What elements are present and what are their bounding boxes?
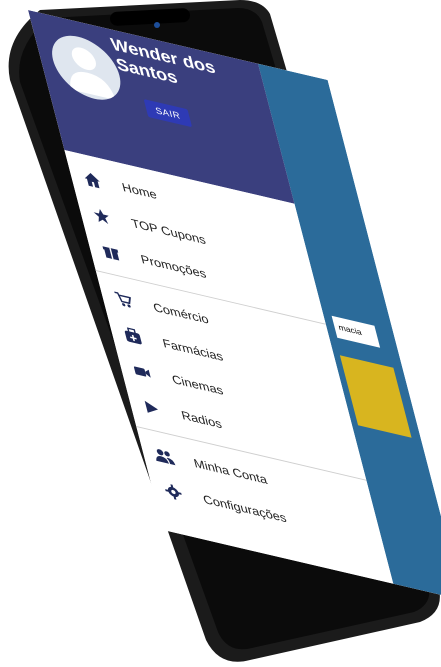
phone-mockup: macia Wender dos Santos SAIR Home TOP Cu… (0, 0, 441, 667)
menu-item-label: Promoções (139, 252, 208, 282)
people-icon (151, 444, 178, 469)
menu-item-label: Cinemas (170, 372, 225, 398)
logout-button[interactable]: SAIR (143, 99, 193, 128)
medical-kit-icon (120, 324, 147, 349)
menu-item-label: Home (120, 180, 159, 203)
gift-icon (98, 240, 125, 265)
menu-item-label: Radios (179, 408, 224, 432)
star-icon (88, 204, 115, 229)
gear-icon (160, 480, 187, 505)
menu-item-label: Comércio (151, 300, 211, 327)
play-icon (138, 396, 165, 421)
cart-icon (110, 288, 137, 313)
home-icon (79, 168, 106, 193)
video-camera-icon (129, 360, 156, 385)
menu-item-label: Farmácias (161, 336, 225, 365)
